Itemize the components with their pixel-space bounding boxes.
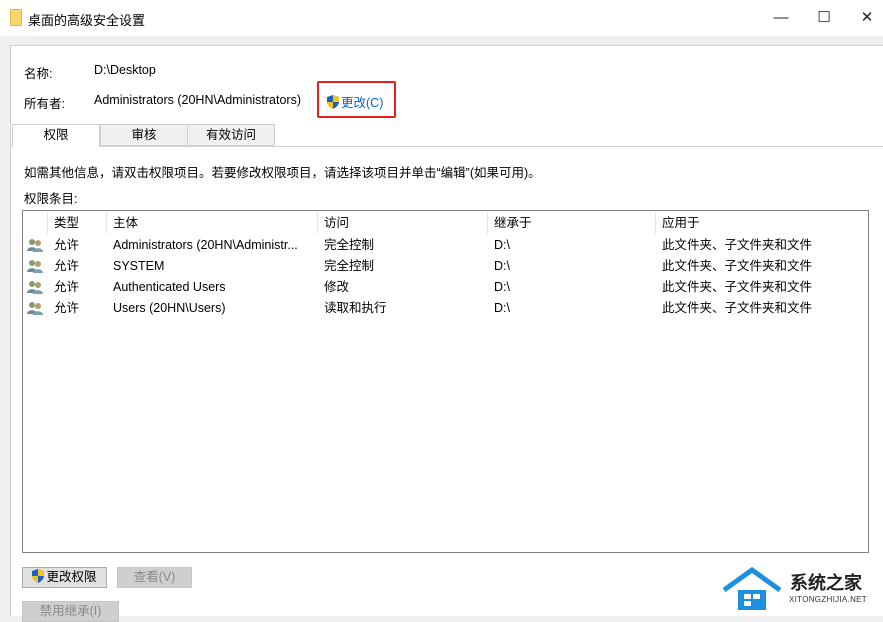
table-cell: 此文件夹、子文件夹和文件 <box>662 238 813 252</box>
table-cell: 此文件夹、子文件夹和文件 <box>662 280 813 294</box>
folder-icon <box>10 9 22 26</box>
permission-entries-table[interactable]: 类型 主体 访问 继承于 应用于 允许 Administrators (20HN\… <box>22 210 869 553</box>
table-row[interactable]: 允许 SYSTEM 完全控制 D:\ 此文件夹、子文件夹和文件 <box>23 256 868 277</box>
table-cell: Administrators (20HN\Administr... <box>113 238 298 252</box>
table-cell: 完全控制 <box>324 238 375 252</box>
column-header-type[interactable]: 类型 <box>48 212 107 234</box>
view-button[interactable]: 查看(V) <box>117 567 192 588</box>
name-label: 名称: <box>24 67 53 81</box>
users-icon <box>27 260 43 273</box>
owner-label: 所有者: <box>24 97 65 111</box>
column-header-applies-to[interactable]: 应用于 <box>656 212 868 234</box>
window-title: 桌面的高级安全设置 <box>28 13 146 28</box>
uac-shield-icon <box>32 569 45 583</box>
users-icon <box>27 281 43 294</box>
table-cell: 允许 <box>54 280 80 294</box>
tab-auditing[interactable]: 审核 <box>100 124 188 146</box>
table-row[interactable]: 允许 Authenticated Users 修改 D:\ 此文件夹、子文件夹和文件 <box>23 277 868 298</box>
table-cell: SYSTEM <box>113 259 165 273</box>
users-icon <box>27 239 43 252</box>
table-row[interactable]: 允许 Administrators (20HN\Administr... 完全控制 D… <box>23 235 868 256</box>
table-cell: 允许 <box>54 301 80 315</box>
table-cell: Users (20HN\Users) <box>113 301 226 315</box>
watermark-url: XITONGZHIJIA.NET <box>789 595 867 604</box>
column-header-principal[interactable]: 主体 <box>107 212 318 234</box>
table-cell: D:\ <box>494 238 510 252</box>
tab-permissions[interactable]: 权限 <box>12 124 100 147</box>
table-cell: 修改 <box>324 280 350 294</box>
watermark-logo <box>722 566 782 612</box>
users-icon <box>27 302 43 315</box>
uac-shield-icon <box>327 95 339 109</box>
change-owner-link[interactable]: 更改(C) <box>327 92 383 111</box>
column-header-inherited-from[interactable]: 继承于 <box>488 212 656 234</box>
close-button[interactable]: ✕ <box>854 6 880 30</box>
minimize-button[interactable]: — <box>768 6 794 30</box>
column-header-icon <box>23 212 48 234</box>
change-permissions-label: 更改权限 <box>46 570 97 584</box>
table-cell: D:\ <box>494 301 510 315</box>
entries-label: 权限条目: <box>24 192 78 206</box>
watermark-name: 系统之家 <box>790 573 862 593</box>
hint-text: 如需其他信息，请双击权限项目。若要修改权限项目，请选择该项目并单击“编辑”(如果… <box>24 166 541 180</box>
table-cell: 允许 <box>54 259 80 273</box>
table-cell: 完全控制 <box>324 259 375 273</box>
tab-divider <box>10 146 883 147</box>
owner-value: Administrators (20HN\Administrators) <box>94 93 301 107</box>
change-owner-label: 更改(C) <box>341 96 384 110</box>
change-permissions-button[interactable]: 更改权限 <box>22 567 107 588</box>
table-cell: Authenticated Users <box>113 280 226 294</box>
table-row[interactable]: 允许 Users (20HN\Users) 读取和执行 D:\ 此文件夹、子文件夹和文件 <box>23 298 868 319</box>
disable-inheritance-button[interactable]: 禁用继承(I) <box>22 601 119 622</box>
column-header-access[interactable]: 访问 <box>318 212 488 234</box>
table-cell: 此文件夹、子文件夹和文件 <box>662 259 813 273</box>
tab-effective-access[interactable]: 有效访问 <box>187 124 275 146</box>
table-cell: D:\ <box>494 259 510 273</box>
title-bar: 桌面的高级安全设置 — ☐ ✕ <box>0 0 883 36</box>
name-value: D:\Desktop <box>94 63 156 77</box>
table-cell: D:\ <box>494 280 510 294</box>
maximize-button[interactable]: ☐ <box>811 6 837 30</box>
table-cell: 此文件夹、子文件夹和文件 <box>662 301 813 315</box>
table-cell: 允许 <box>54 238 80 252</box>
table-cell: 读取和执行 <box>324 301 387 315</box>
